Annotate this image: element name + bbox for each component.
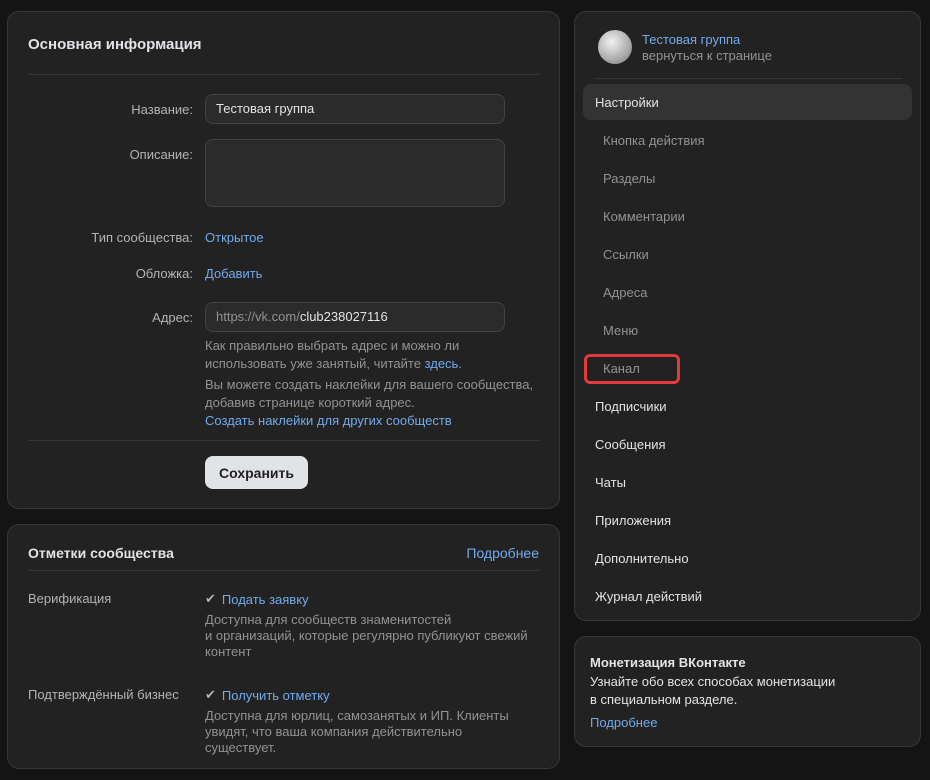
business-description: Доступна для юрлиц, самозанятых и ИП. Кл… xyxy=(205,708,545,756)
monetization-text-line1: Узнайте обо всех способах монетизации xyxy=(590,674,836,689)
address-hint-line1: Как правильно выбрать адрес и можно ли xyxy=(205,338,460,353)
monetization-title: Монетизация ВКонтакте xyxy=(590,655,746,670)
divider xyxy=(28,74,539,75)
address-prefix: https://vk.com/ xyxy=(216,309,300,324)
create-stickers-link[interactable]: Создать наклейки для других сообществ xyxy=(205,412,533,430)
nav-item-subscribers[interactable]: Подписчики xyxy=(595,399,667,414)
address-hint-link[interactable]: здесь xyxy=(425,356,459,371)
business-get-mark-link[interactable]: Получить отметку xyxy=(222,688,330,703)
monetization-more-link[interactable]: Подробнее xyxy=(590,715,657,730)
save-button[interactable]: Сохранить xyxy=(205,456,308,489)
group-avatar[interactable] xyxy=(598,30,632,64)
verification-desc-line: контент xyxy=(205,644,252,659)
monetization-card: Монетизация ВКонтакте Узнайте обо всех с… xyxy=(574,636,921,747)
nav-item-comments[interactable]: Комментарии xyxy=(603,209,685,224)
nav-item-additional[interactable]: Дополнительно xyxy=(595,551,689,566)
nav-item-settings[interactable]: Настройки xyxy=(595,95,659,110)
nav-item-action-button[interactable]: Кнопка действия xyxy=(603,133,705,148)
marks-more-link[interactable]: Подробнее xyxy=(466,545,539,561)
verification-label: Верификация xyxy=(28,591,112,606)
address-hint: Как правильно выбрать адрес и можно ли и… xyxy=(205,337,462,373)
address-hint-text: использовать уже занятый, читайте xyxy=(205,356,425,371)
sticker-hint-line1: Вы можете создать наклейки для вашего со… xyxy=(205,377,534,392)
name-input[interactable]: Тестовая группа xyxy=(205,94,505,124)
nav-item-links[interactable]: Ссылки xyxy=(603,247,649,262)
nav-item-action-log[interactable]: Журнал действий xyxy=(595,589,702,604)
business-action[interactable]: ✔ Получить отметку xyxy=(205,687,330,703)
main-info-title: Основная информация xyxy=(28,36,202,53)
business-label: Подтверждённый бизнес xyxy=(28,687,179,702)
community-type-link[interactable]: Открытое xyxy=(205,230,264,245)
nav-item-addresses[interactable]: Адреса xyxy=(603,285,647,300)
divider xyxy=(595,78,902,79)
community-type-label: Тип сообщества: xyxy=(91,230,193,245)
verification-action[interactable]: ✔ Подать заявку xyxy=(205,591,309,607)
nav-item-menu[interactable]: Меню xyxy=(603,323,638,338)
back-to-page-link[interactable]: вернуться к странице xyxy=(642,48,772,63)
marks-title: Отметки сообщества xyxy=(28,545,174,561)
address-hint-line2: использовать уже занятый, читайте здесь. xyxy=(205,355,462,373)
verification-description: Доступна для сообществ знаменитостей и о… xyxy=(205,612,545,660)
check-icon: ✔ xyxy=(205,687,216,702)
description-label: Описание: xyxy=(129,147,193,162)
address-value: club238027116 xyxy=(299,309,388,324)
sticker-hint-line2: добавив странице короткий адрес. xyxy=(205,395,415,410)
settings-nav-card: Тестовая группа вернуться к странице Нас… xyxy=(574,11,921,621)
cover-label: Обложка: xyxy=(135,266,193,281)
nav-item-apps[interactable]: Приложения xyxy=(595,513,671,528)
monetization-text-line2: в специальном разделе. xyxy=(590,692,738,707)
business-desc-line: существует. xyxy=(205,740,277,755)
verification-apply-link[interactable]: Подать заявку xyxy=(222,592,309,607)
nav-item-sections[interactable]: Разделы xyxy=(603,171,655,186)
address-hint-dot: . xyxy=(458,356,462,371)
business-desc-line: Доступна для юрлиц, самозанятых и ИП. Кл… xyxy=(205,708,509,723)
description-textarea[interactable] xyxy=(205,139,505,207)
group-name-link[interactable]: Тестовая группа xyxy=(642,32,740,47)
nav-item-chats[interactable]: Чаты xyxy=(595,475,626,490)
verification-desc-line: и организаций, которые регулярно публику… xyxy=(205,628,528,643)
sticker-hint: Вы можете создать наклейки для вашего со… xyxy=(205,376,533,430)
nav-item-channel[interactable]: Канал xyxy=(603,361,640,376)
main-info-card: Основная информация Название: Тестовая г… xyxy=(7,11,560,509)
check-icon: ✔ xyxy=(205,591,216,606)
divider xyxy=(28,440,539,441)
verification-desc-line: Доступна для сообществ знаменитостей xyxy=(205,612,452,627)
community-marks-card: Отметки сообщества Подробнее Верификация… xyxy=(7,524,560,769)
nav-item-messages[interactable]: Сообщения xyxy=(595,437,666,452)
monetization-text: Узнайте обо всех способах монетизации в … xyxy=(590,673,835,709)
address-label: Адрес: xyxy=(152,310,193,325)
name-label: Название: xyxy=(131,102,193,117)
business-desc-line: увидят, что ваша компания действительно xyxy=(205,724,463,739)
cover-add-link[interactable]: Добавить xyxy=(205,266,262,281)
address-input[interactable]: https://vk.com/club238027116 xyxy=(205,302,505,332)
divider xyxy=(28,570,539,571)
